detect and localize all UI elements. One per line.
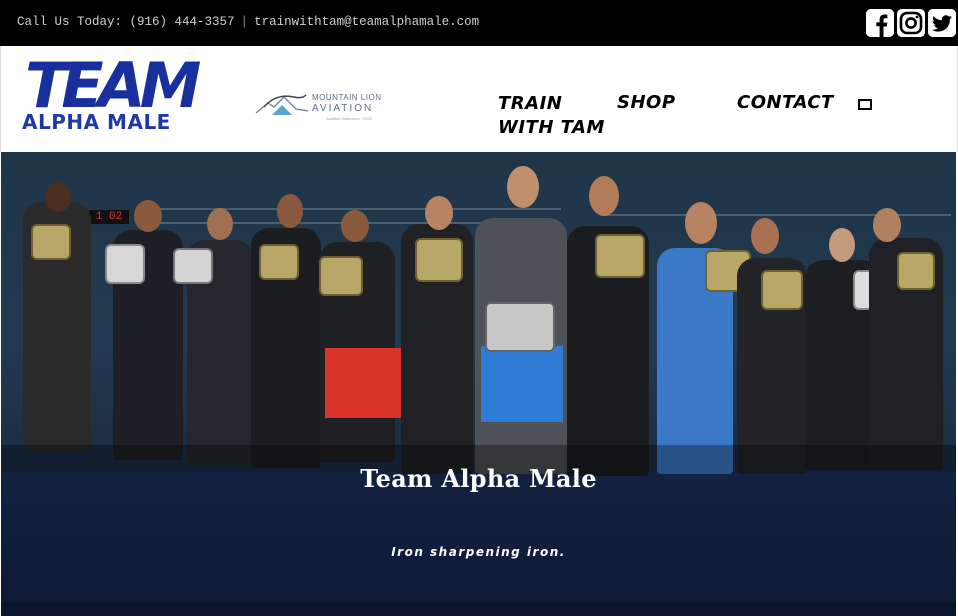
fighter-head: [207, 208, 233, 240]
nav-train-with-tam[interactable]: TRAIN WITH TAM: [498, 92, 605, 140]
menu-toggle-icon[interactable]: [858, 99, 872, 110]
hero-banner: 1 02 Team Alpha Male Iron sharpening iro…: [1, 152, 956, 616]
blue-shorts: [481, 346, 563, 422]
fighter-head: [829, 228, 855, 262]
fighter-head: [425, 196, 453, 230]
red-shorts: [325, 348, 403, 418]
championship-belt: [761, 270, 803, 310]
contact-info: Call Us Today: (916) 444-3357 | trainwitht…: [17, 15, 479, 29]
fighter-head: [45, 182, 71, 212]
partner-name-line1: MOUNTAIN LION: [312, 93, 382, 102]
partner-name-line2: AVIATION: [312, 103, 374, 114]
fighter-head: [507, 166, 539, 208]
instagram-icon[interactable]: [897, 9, 925, 37]
fighter-head: [134, 200, 162, 232]
social-links: [866, 9, 956, 37]
nav-contact[interactable]: CONTACT: [737, 92, 834, 113]
hero-bottom-strip: [1, 602, 956, 616]
partner-tagline: Aviation Distinction · 2002: [326, 116, 373, 121]
championship-belt: [319, 256, 363, 296]
fighter-head: [341, 210, 369, 242]
fighter-head: [685, 202, 717, 244]
logo-subtitle: ALPHA MALE: [22, 110, 171, 134]
fighter-head: [751, 218, 779, 254]
championship-belt: [105, 244, 145, 284]
mountain-lion-icon: [255, 94, 309, 115]
site-header: TEAM ALPHA MALE MOUNTAIN LION AVIATION A…: [0, 46, 958, 152]
championship-belt: [897, 252, 935, 290]
nav-shop[interactable]: SHOP: [617, 92, 676, 113]
championship-belt: [595, 234, 645, 278]
phone-text[interactable]: Call Us Today: (916) 444-3357: [17, 15, 235, 29]
team-alpha-male-logo[interactable]: TEAM ALPHA MALE: [22, 49, 237, 135]
twitter-icon[interactable]: [928, 9, 956, 37]
logo-wordmark: TEAM: [25, 49, 201, 122]
championship-belt: [485, 302, 555, 352]
mountain-lion-aviation-logo[interactable]: MOUNTAIN LION AVIATION Aviation Distinct…: [254, 89, 389, 123]
email-link[interactable]: trainwithtam@teamalphamale.com: [254, 15, 479, 29]
fighter-head: [277, 194, 303, 228]
championship-belt: [259, 244, 299, 280]
facebook-icon[interactable]: [866, 9, 894, 37]
contact-separator: |: [240, 15, 249, 29]
fighter-head: [589, 176, 619, 216]
fighter-head: [873, 208, 901, 242]
gym-clock: 1 02: [89, 210, 129, 224]
championship-belt: [31, 224, 71, 260]
hero-title: Team Alpha Male: [360, 464, 597, 493]
hero-subtitle: Iron sharpening iron.: [391, 545, 566, 559]
top-bar: Call Us Today: (916) 444-3357 | trainwitht…: [0, 0, 958, 46]
championship-belt: [415, 238, 463, 282]
championship-belt: [173, 248, 213, 284]
